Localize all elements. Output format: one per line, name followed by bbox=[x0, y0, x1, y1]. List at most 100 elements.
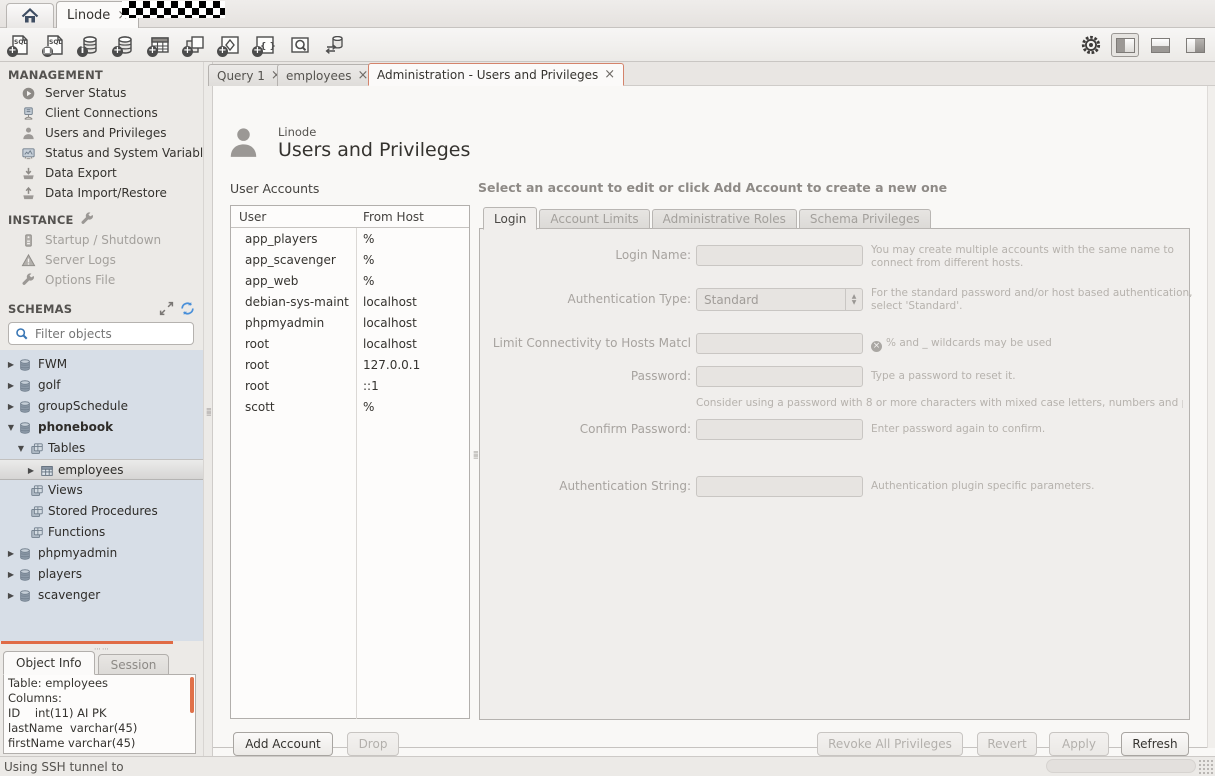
sidebar-item-server-logs[interactable]: Server Logs bbox=[0, 250, 203, 270]
search-data-button[interactable] bbox=[287, 32, 313, 58]
expander-icon[interactable]: ▼ bbox=[6, 423, 16, 432]
sidebar-item-data-import[interactable]: Data Import/Restore bbox=[0, 183, 203, 203]
schema-inspector-button[interactable]: i bbox=[77, 32, 103, 58]
password-help: Type a password to reset it. bbox=[871, 370, 1201, 383]
table-row[interactable]: app_players% bbox=[231, 228, 469, 249]
toggle-secondary-sidebar-button[interactable] bbox=[1181, 33, 1209, 57]
tree-item-functions[interactable]: Functions bbox=[0, 522, 203, 543]
table-row[interactable]: app_scavenger% bbox=[231, 249, 469, 270]
close-icon[interactable]: × bbox=[357, 68, 368, 83]
tree-item-table-selected[interactable]: ▶ employees bbox=[0, 459, 203, 480]
table-row[interactable]: root::1 bbox=[231, 375, 469, 396]
sidebar-splitter-handle[interactable] bbox=[1, 641, 173, 644]
refresh-button[interactable]: Refresh bbox=[1121, 732, 1189, 756]
create-procedure-button[interactable]: + bbox=[217, 32, 243, 58]
expander-icon[interactable]: ▶ bbox=[26, 466, 36, 475]
tree-item-schema[interactable]: ▶ players bbox=[0, 564, 203, 585]
refresh-schemas-icon[interactable] bbox=[180, 301, 195, 316]
expander-icon[interactable]: ▶ bbox=[6, 591, 16, 600]
horizontal-scrollbar-thumb[interactable] bbox=[1046, 759, 1196, 773]
object-info-line: firstName varchar(45) bbox=[8, 736, 191, 751]
sidebar-item-data-export[interactable]: Data Export bbox=[0, 163, 203, 183]
toggle-output-area-button[interactable] bbox=[1146, 33, 1174, 57]
tab-administrative-roles[interactable]: Administrative Roles bbox=[652, 209, 797, 229]
window-resize-grip[interactable] bbox=[1198, 759, 1214, 775]
info-scrollbar-thumb[interactable] bbox=[190, 677, 194, 713]
tree-item-schema[interactable]: ▶ FWM bbox=[0, 354, 203, 375]
tree-item-tables[interactable]: ▼ Tables bbox=[0, 438, 203, 459]
revoke-all-privileges-button[interactable]: Revoke All Privileges bbox=[817, 732, 963, 756]
header-connection-name: Linode bbox=[278, 125, 316, 139]
sidebar-item-status-variables[interactable]: Status and System Variables bbox=[0, 143, 203, 163]
tree-item-schema[interactable]: ▶ scavenger bbox=[0, 585, 203, 606]
hosts-help: ×% and _ wildcards may be used bbox=[871, 337, 1201, 352]
tab-schema-privileges[interactable]: Schema Privileges bbox=[799, 209, 931, 229]
panel-splitter-grip[interactable]: ≡≡ bbox=[473, 451, 479, 459]
clear-icon[interactable]: × bbox=[871, 341, 882, 352]
auth-type-select[interactable]: Standard ▲▼ bbox=[696, 288, 863, 311]
tab-employees[interactable]: employees × bbox=[277, 64, 377, 86]
sidebar-item-users-privileges[interactable]: Users and Privileges bbox=[0, 123, 203, 143]
tab-administration-users-privileges[interactable]: Administration - Users and Privileges × bbox=[368, 63, 624, 86]
tab-account-limits[interactable]: Account Limits bbox=[539, 209, 649, 229]
login-name-input[interactable] bbox=[696, 245, 863, 266]
sidebar-item-client-connections[interactable]: Client Connections bbox=[0, 103, 203, 123]
sidebar-item-server-status[interactable]: Server Status bbox=[0, 83, 203, 103]
data-transfer-button[interactable] bbox=[322, 32, 348, 58]
hosts-input[interactable] bbox=[696, 333, 863, 354]
table-row[interactable]: root127.0.0.1 bbox=[231, 354, 469, 375]
expander-icon[interactable]: ▶ bbox=[6, 402, 16, 411]
vertical-scrollbar-track[interactable] bbox=[1207, 86, 1215, 748]
expander-icon[interactable]: ▶ bbox=[6, 570, 16, 579]
auth-string-label: Authentication String: bbox=[486, 479, 691, 493]
spinner-arrows-icon[interactable]: ▲▼ bbox=[845, 289, 862, 310]
table-row[interactable]: debian-sys-maintlocalhost bbox=[231, 291, 469, 312]
sidebar-item-startup-shutdown[interactable]: Startup / Shutdown bbox=[0, 230, 203, 250]
tree-item-schema[interactable]: ▼ phonebook bbox=[0, 417, 203, 438]
create-table-button[interactable]: + bbox=[147, 32, 173, 58]
database-icon bbox=[18, 421, 32, 438]
expander-icon[interactable]: ▶ bbox=[6, 549, 16, 558]
tree-item-stored-procedures[interactable]: Stored Procedures bbox=[0, 501, 203, 522]
password-note: Consider using a password with 8 or more… bbox=[696, 397, 1183, 409]
apply-button[interactable]: Apply bbox=[1049, 732, 1109, 756]
expand-panel-icon[interactable] bbox=[159, 301, 174, 316]
tree-item-schema[interactable]: ▶ golf bbox=[0, 375, 203, 396]
tab-object-info[interactable]: Object Info bbox=[3, 651, 95, 675]
tree-item-schema[interactable]: ▶ phpmyadmin bbox=[0, 543, 203, 564]
column-header-from-host[interactable]: From Host bbox=[356, 210, 424, 224]
tab-session[interactable]: Session bbox=[98, 654, 170, 675]
toggle-sidebar-button[interactable] bbox=[1111, 33, 1139, 57]
status-text: Using SSH tunnel to bbox=[4, 760, 124, 774]
create-function-button[interactable]: + bbox=[252, 32, 278, 58]
expander-icon[interactable]: ▼ bbox=[16, 444, 26, 453]
auth-string-input[interactable] bbox=[696, 476, 863, 497]
close-icon[interactable]: × bbox=[604, 67, 615, 82]
add-account-button[interactable]: Add Account bbox=[233, 732, 333, 756]
table-row[interactable]: scott% bbox=[231, 396, 469, 417]
revert-button[interactable]: Revert bbox=[977, 732, 1037, 756]
tree-item-schema[interactable]: ▶ groupSchedule bbox=[0, 396, 203, 417]
table-row[interactable]: phpmyadminlocalhost bbox=[231, 312, 469, 333]
schema-filter-input[interactable] bbox=[35, 327, 187, 341]
table-row[interactable]: rootlocalhost bbox=[231, 333, 469, 354]
schema-filter[interactable] bbox=[8, 322, 194, 345]
drop-button[interactable]: Drop bbox=[347, 732, 399, 756]
tab-login[interactable]: Login bbox=[483, 207, 537, 230]
expander-icon[interactable]: ▶ bbox=[6, 360, 16, 369]
main-toolbar: + ▣ i + + + + + bbox=[0, 28, 1215, 62]
home-tab[interactable] bbox=[6, 3, 54, 28]
column-header-user[interactable]: User bbox=[231, 210, 356, 224]
password-input[interactable] bbox=[696, 366, 863, 387]
create-schema-button[interactable]: + bbox=[112, 32, 138, 58]
tree-item-views[interactable]: Views bbox=[0, 480, 203, 501]
open-sql-file-button[interactable]: ▣ bbox=[42, 32, 68, 58]
table-row[interactable]: app_web% bbox=[231, 270, 469, 291]
vertical-splitter[interactable]: ≡≡ bbox=[203, 62, 213, 756]
confirm-password-input[interactable] bbox=[696, 419, 863, 440]
sidebar-item-options-file[interactable]: Options File bbox=[0, 270, 203, 290]
preferences-gear-icon[interactable] bbox=[1078, 32, 1104, 58]
expander-icon[interactable]: ▶ bbox=[6, 381, 16, 390]
new-query-tab-button[interactable]: + bbox=[7, 32, 33, 58]
create-view-button[interactable]: + bbox=[182, 32, 208, 58]
